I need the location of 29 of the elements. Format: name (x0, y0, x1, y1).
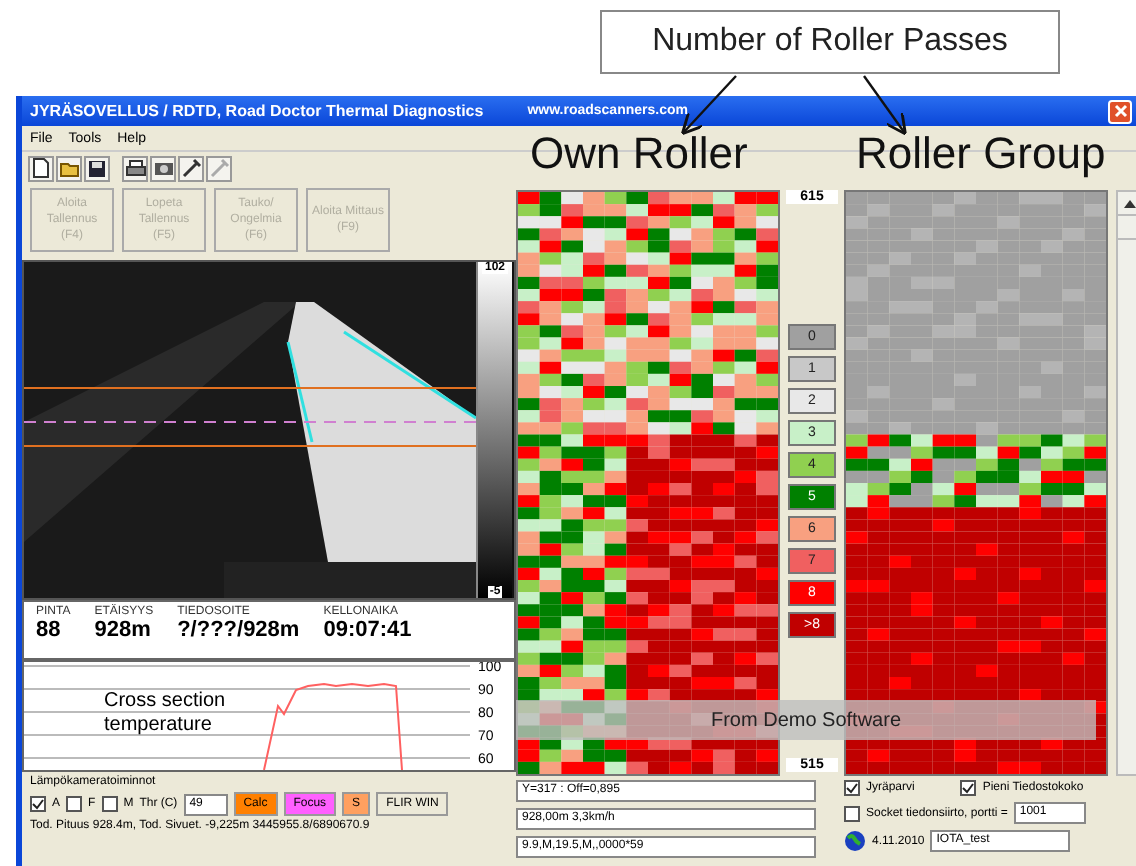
readout-value: ?/???/928m (177, 618, 300, 642)
section-label: Roller Group (856, 128, 1106, 180)
checkbox[interactable] (66, 796, 83, 812)
checkbox[interactable] (960, 780, 977, 796)
callout-label: Number of Roller Passes (600, 10, 1060, 74)
window-title: JYRÄSOVELLUS / RDTD, Road Doctor Thermal Diagnostics (30, 102, 484, 120)
scrollbar[interactable] (1116, 190, 1136, 776)
tool-button[interactable] (178, 155, 204, 181)
open-button[interactable] (56, 155, 82, 181)
globe-icon (844, 830, 866, 852)
arrow (863, 75, 907, 136)
temperature-line (263, 683, 403, 770)
up-arrow-icon (1123, 199, 1135, 207)
print-button[interactable] (122, 155, 148, 181)
section-label: Own Roller (530, 128, 748, 180)
checkbox[interactable] (30, 796, 46, 812)
readout-value: 09:07:41 (323, 618, 412, 642)
readout-value: 928m (94, 618, 153, 642)
new-file-button[interactable] (28, 155, 54, 181)
camera-button[interactable] (150, 155, 176, 181)
save-button[interactable] (84, 155, 110, 181)
demo-note: From Demo Software (516, 700, 1096, 740)
close-icon (1113, 104, 1127, 118)
checkbox[interactable] (101, 796, 118, 812)
close-button[interactable] (1108, 99, 1132, 123)
checkbox[interactable] (844, 805, 860, 821)
checkbox[interactable] (844, 780, 860, 796)
chart-title: Cross section temperature (104, 690, 228, 738)
readout-value: 88 (36, 618, 63, 642)
